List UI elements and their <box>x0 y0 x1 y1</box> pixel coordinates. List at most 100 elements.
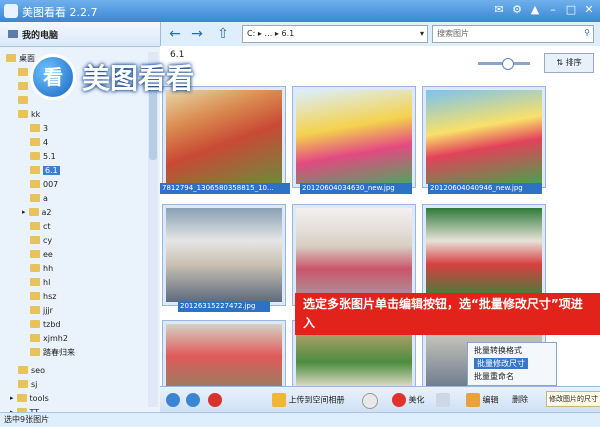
folder-icon <box>18 380 28 388</box>
back-button[interactable]: ← <box>166 26 184 42</box>
folder-icon <box>16 394 27 402</box>
tree-item-a[interactable]: a <box>30 192 48 204</box>
app-icon <box>4 4 18 18</box>
menu-item-batch-convert[interactable]: 批量转换格式 <box>474 345 522 356</box>
settings-icon[interactable]: ⚙ <box>510 3 524 17</box>
tree-item-ct[interactable]: ct <box>30 220 51 232</box>
rotate-left-icon[interactable] <box>166 393 180 407</box>
folder-icon <box>30 166 40 174</box>
address-bar[interactable]: C: ▸ … ▸ 6.1 ▾ <box>242 25 428 43</box>
title-bar: 美图看看 2.2.7 ✉ ⚙ ▲ – □ ✕ <box>0 0 600 22</box>
tooltip: 修改图片的尺寸 <box>546 391 600 407</box>
folder-icon <box>30 320 40 328</box>
sidebar-title[interactable]: 我的电脑 <box>22 28 58 41</box>
message-icon[interactable]: ✉ <box>492 3 506 17</box>
upload-button[interactable]: 上传到空间相册 <box>272 393 345 407</box>
logo-text: 美图看看 <box>82 62 195 95</box>
folder-icon <box>30 222 40 230</box>
folder-icon <box>30 236 40 244</box>
delete-icon[interactable] <box>208 393 222 407</box>
folder-icon <box>30 124 40 132</box>
tree-item-hl[interactable]: hl <box>30 276 50 288</box>
tree-item-xjmh2[interactable]: xjmh2 <box>30 332 68 344</box>
address-text: C: ▸ … ▸ 6.1 <box>247 29 295 38</box>
sort-button[interactable]: ⇅ 排序 <box>544 53 594 73</box>
tree-item-kk[interactable]: kk <box>18 108 40 120</box>
thumbnail[interactable] <box>422 86 546 188</box>
tree-item-spring[interactable]: 踏春归来 <box>30 346 75 358</box>
thumbnail-caption: 20120604034630_new.jpg <box>300 183 412 194</box>
tree-item-hsz[interactable]: hsz <box>30 290 56 302</box>
tree-item-a2[interactable]: ▸ a2 <box>22 206 52 218</box>
up-folder-button[interactable]: ⇧ <box>214 26 232 42</box>
beautify-button[interactable]: 美化 <box>392 393 425 407</box>
tree-item-007[interactable]: 007 <box>30 178 58 190</box>
folder-icon <box>30 250 40 258</box>
folder-icon <box>30 334 40 342</box>
search-icon[interactable]: ⚲ <box>584 25 590 41</box>
tree-item-tzbd[interactable]: tzbd <box>30 318 61 330</box>
folder-icon <box>28 208 39 216</box>
expand-icon[interactable]: ▸ <box>22 208 26 216</box>
tree-item[interactable] <box>18 80 28 92</box>
sidebar-scrollbar[interactable] <box>148 52 158 407</box>
tree-item-seo[interactable]: seo <box>18 364 45 376</box>
maximize-button[interactable]: □ <box>564 3 578 17</box>
edit-button[interactable]: 编辑 <box>466 393 499 407</box>
tree-item-5-1[interactable]: 5.1 <box>30 150 56 162</box>
forward-button[interactable]: → <box>188 26 206 42</box>
app-logo: 看 美图看看 <box>30 54 260 100</box>
thumbnail[interactable] <box>292 204 416 306</box>
delete-button[interactable]: 删除 <box>512 393 528 407</box>
tree-item[interactable] <box>18 94 28 106</box>
rotate-right-icon[interactable] <box>186 393 200 407</box>
edit-icon <box>466 393 480 407</box>
folder-icon <box>18 82 28 90</box>
print-icon[interactable] <box>436 393 450 407</box>
sort-icon: ⇅ <box>556 58 566 67</box>
expand-icon[interactable]: ▸ <box>10 394 14 402</box>
tree-item-jjjr[interactable]: jjjr <box>30 304 53 316</box>
upload-icon <box>272 393 286 407</box>
menu-item-batch-resize[interactable]: 批量修改尺寸 <box>474 358 528 369</box>
tree-item-cy[interactable]: cy <box>30 234 52 246</box>
window-title: 美图看看 2.2.7 <box>22 6 98 19</box>
search-input[interactable]: 搜索图片 ⚲ <box>432 25 594 43</box>
folder-icon <box>30 180 40 188</box>
folder-icon <box>30 264 40 272</box>
tree-item[interactable] <box>18 66 28 78</box>
skin-icon[interactable]: ▲ <box>528 3 542 17</box>
folder-icon <box>18 68 28 76</box>
thumbnail-caption: 20126315227472.jpg <box>178 301 270 312</box>
tree-item-4[interactable]: 4 <box>30 136 48 148</box>
thumbnail[interactable] <box>162 320 286 386</box>
chevron-down-icon[interactable]: ▾ <box>420 26 424 42</box>
close-button[interactable]: ✕ <box>582 3 596 17</box>
photo <box>426 90 542 184</box>
tree-item-ee[interactable]: ee <box>30 248 53 260</box>
computer-icon <box>8 30 18 38</box>
zoom-slider[interactable] <box>478 58 530 70</box>
sidebar-header: 我的电脑 <box>0 22 160 47</box>
folder-icon <box>18 366 28 374</box>
folder-icon <box>30 278 40 286</box>
tree-item-3[interactable]: 3 <box>30 122 48 134</box>
status-bar: 选中9张图片 <box>0 412 600 427</box>
menu-item-batch-rename[interactable]: 批量重命名 <box>474 371 514 382</box>
minimize-button[interactable]: – <box>546 3 560 17</box>
tree-item-sj[interactable]: sj <box>18 378 37 390</box>
zoom-slider-knob[interactable] <box>502 58 514 70</box>
thumbnail[interactable] <box>162 86 286 188</box>
thumbnail[interactable] <box>422 204 546 306</box>
tree-item-tools[interactable]: ▸ tools <box>10 392 49 404</box>
tree-item-6-1[interactable]: 6.1 <box>30 164 60 176</box>
status-text: 选中9张图片 <box>4 415 50 424</box>
thumbnail[interactable] <box>292 86 416 188</box>
thumbnail-caption: 7812794_1306580358815_10... <box>160 183 290 194</box>
weibo-icon[interactable] <box>362 393 378 409</box>
photo <box>296 208 412 302</box>
folder-icon <box>30 138 40 146</box>
thumbnail[interactable] <box>162 204 286 306</box>
tree-item-hh[interactable]: hh <box>30 262 53 274</box>
photo <box>166 90 282 184</box>
